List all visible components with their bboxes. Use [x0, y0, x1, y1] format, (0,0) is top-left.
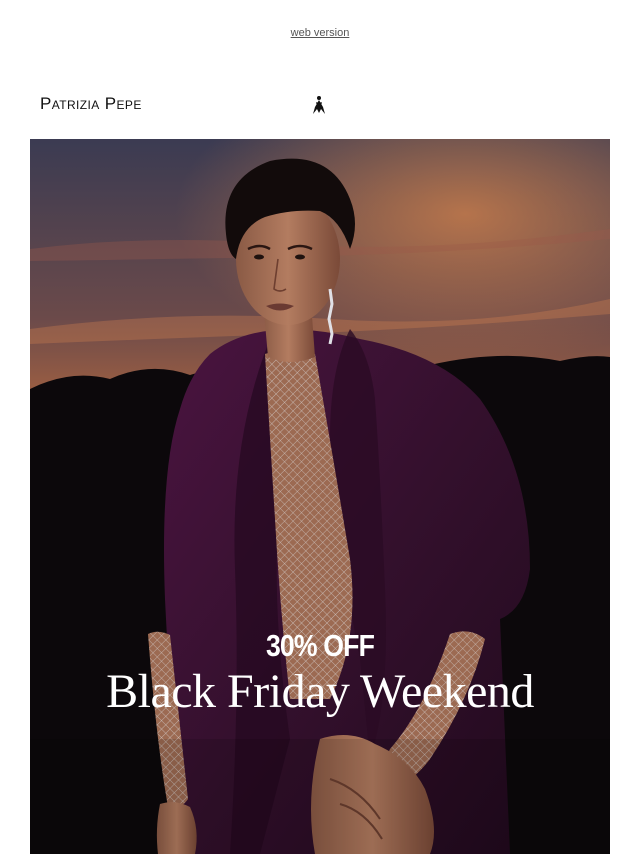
brand-logo-text[interactable]: Patrizia Pepe	[40, 94, 142, 114]
web-version-bar: web version	[0, 27, 640, 39]
hero-banner[interactable]: 30% OFF Black Friday Weekend	[30, 139, 610, 854]
discount-label: 30% OFF	[265, 628, 375, 663]
hero-headline: Black Friday Weekend	[106, 665, 534, 718]
email-page: web version Patrizia Pepe 30% OFF Black …	[0, 0, 640, 854]
web-version-link[interactable]: web version	[291, 27, 350, 39]
fly-logo-icon[interactable]	[312, 95, 326, 115]
email-header: Patrizia Pepe	[40, 90, 600, 120]
model-in-purple-coat-photo	[30, 139, 610, 854]
promo-text-block: 30% OFF Black Friday Weekend	[30, 628, 610, 718]
